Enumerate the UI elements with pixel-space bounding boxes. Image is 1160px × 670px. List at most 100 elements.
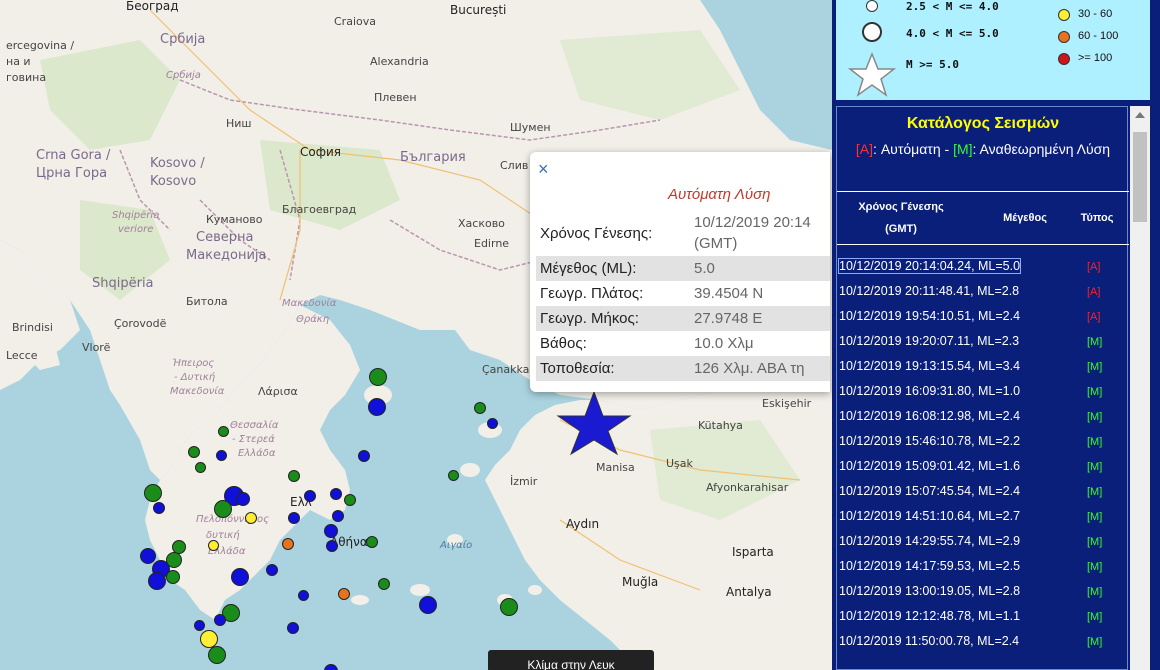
header-type: Τύπος [1080, 212, 1114, 224]
catalog-row-type: [M] [1087, 436, 1103, 448]
map-label-haskovo: Хасково [458, 217, 505, 230]
quake-marker[interactable] [324, 524, 338, 538]
quake-marker[interactable] [188, 446, 200, 458]
quake-marker[interactable] [282, 538, 294, 550]
catalog-row[interactable]: 10/12/2019 13:00:19.05, ML=2.8 [M] [839, 582, 1129, 607]
quake-marker[interactable] [172, 540, 186, 554]
quake-marker[interactable] [144, 484, 162, 502]
catalog-row[interactable]: 10/12/2019 15:46:10.78, ML=2.2 [M] [839, 432, 1129, 457]
catalog-row-text[interactable]: 10/12/2019 20:11:48.41, ML=2.8 [839, 284, 1019, 298]
quake-marker[interactable] [330, 488, 342, 500]
quake-marker[interactable] [236, 492, 250, 506]
catalog-scrollbar[interactable] [1130, 106, 1150, 670]
catalog-row-text[interactable]: 10/12/2019 19:13:15.54, ML=3.4 [839, 359, 1020, 373]
earthquake-catalog: Κατάλογος Σεισμών [A]: Αυτόματη - [M]: Α… [836, 106, 1129, 670]
map-label-beograd: Београд [126, 0, 179, 13]
catalog-row[interactable]: 10/12/2019 16:08:12.98, ML=2.4 [M] [839, 407, 1129, 432]
map-label-mugla: Muğla [622, 575, 659, 589]
quake-marker[interactable] [487, 418, 498, 429]
legend-depth-yellow-icon [1058, 9, 1070, 21]
catalog-row[interactable]: 10/12/2019 14:51:10.64, ML=2.7 [M] [839, 507, 1129, 532]
catalog-row[interactable]: 10/12/2019 19:20:07.11, ML=2.3 [M] [839, 332, 1129, 357]
catalog-row-text[interactable]: 10/12/2019 16:08:12.98, ML=2.4 [839, 409, 1020, 423]
quake-marker[interactable] [500, 598, 518, 616]
quake-marker[interactable] [153, 502, 165, 514]
popup-value: 27.9748 E [690, 306, 830, 331]
quake-marker[interactable] [332, 510, 344, 522]
catalog-row[interactable]: 10/12/2019 12:12:48.78, ML=1.1 [M] [839, 607, 1129, 632]
catalog-row-text[interactable]: 10/12/2019 20:14:04.24, ML=5.0 [837, 258, 1022, 274]
quake-marker[interactable] [148, 572, 166, 590]
quake-marker[interactable] [214, 614, 226, 626]
map-label-corovode: Çorovodë [114, 317, 167, 330]
quake-marker[interactable] [208, 646, 226, 664]
quake-marker[interactable] [366, 536, 378, 548]
catalog-row-type: [M] [1087, 486, 1103, 498]
catalog-row[interactable]: 10/12/2019 14:29:55.74, ML=2.9 [M] [839, 532, 1129, 557]
catalog-row-text[interactable]: 10/12/2019 19:20:07.11, ML=2.3 [839, 334, 1019, 348]
map-label-thessalia-1: Θεσσαλία [230, 420, 279, 431]
catalog-row[interactable]: 10/12/2019 11:50:00.78, ML=2.4 [M] [839, 632, 1129, 657]
seismic-map[interactable]: Београд București Craiova Србија ercegov… [0, 0, 832, 670]
popup-value: 10/12/2019 20:14 (GMT) [690, 210, 830, 256]
popup-value: 39.4504 N [694, 285, 764, 302]
quake-marker[interactable] [448, 470, 459, 481]
catalog-row-text[interactable]: 10/12/2019 14:17:59.53, ML=2.5 [839, 559, 1020, 573]
map-label-manisa: Manisa [596, 461, 635, 474]
quake-marker[interactable] [166, 570, 180, 584]
catalog-row[interactable]: 10/12/2019 16:09:31.80, ML=1.0 [M] [839, 382, 1129, 407]
catalog-row-text[interactable]: 10/12/2019 15:07:45.54, ML=2.4 [839, 484, 1020, 498]
quake-marker[interactable] [214, 500, 232, 518]
quake-marker[interactable] [194, 620, 205, 631]
catalog-row-text[interactable]: 10/12/2019 14:29:55.74, ML=2.9 [839, 534, 1020, 548]
map-label-lecce: Lecce [6, 349, 38, 362]
catalog-row[interactable]: 10/12/2019 19:54:10.51, ML=2.4 [A] [839, 307, 1129, 332]
scroll-thumb[interactable] [1133, 132, 1147, 222]
quake-marker[interactable] [195, 462, 206, 473]
catalog-row-text[interactable]: 10/12/2019 15:09:01.42, ML=1.6 [839, 459, 1020, 473]
quake-marker[interactable] [288, 512, 300, 524]
catalog-row[interactable]: 10/12/2019 19:13:15.54, ML=3.4 [M] [839, 357, 1129, 382]
quake-marker[interactable] [216, 450, 227, 461]
quake-marker[interactable] [266, 564, 278, 576]
quake-marker[interactable] [419, 596, 437, 614]
quake-marker[interactable] [166, 552, 182, 568]
quake-marker[interactable] [288, 470, 300, 482]
catalog-row-text[interactable]: 10/12/2019 13:00:19.05, ML=2.8 [839, 584, 1020, 598]
catalog-row[interactable]: 10/12/2019 20:14:04.24, ML=5.0 [A] [837, 257, 1129, 282]
catalog-row-text[interactable]: 10/12/2019 19:54:10.51, ML=2.4 [839, 309, 1020, 323]
catalog-row-text[interactable]: 10/12/2019 12:12:48.78, ML=1.1 [839, 609, 1020, 623]
popup-close-icon[interactable]: × [538, 160, 549, 178]
catalog-row[interactable]: 10/12/2019 15:09:01.42, ML=1.6 [M] [839, 457, 1129, 482]
quake-marker[interactable] [344, 494, 356, 506]
quake-marker[interactable] [369, 368, 387, 386]
catalog-row[interactable]: 10/12/2019 14:17:59.53, ML=2.5 [M] [839, 557, 1129, 582]
quake-marker[interactable] [368, 398, 386, 416]
quake-marker[interactable] [304, 490, 316, 502]
main-event-star-icon[interactable] [556, 390, 632, 456]
quake-marker[interactable] [358, 450, 370, 462]
catalog-row-text[interactable]: 10/12/2019 16:09:31.80, ML=1.0 [839, 384, 1020, 398]
catalog-row-text[interactable]: 10/12/2019 15:46:10.78, ML=2.2 [839, 434, 1020, 448]
quake-marker[interactable] [378, 578, 390, 590]
catalog-row[interactable]: 10/12/2019 20:11:48.41, ML=2.8 [A] [839, 282, 1129, 307]
quake-marker[interactable] [208, 540, 219, 551]
quake-marker[interactable] [287, 622, 299, 634]
quake-marker[interactable] [218, 426, 229, 437]
catalog-row[interactable]: 10/12/2019 15:07:45.54, ML=2.4 [M] [839, 482, 1129, 507]
map-label-ipeiros-1: Ήπειρος [172, 358, 215, 369]
map-label-kutahya: Kütahya [698, 419, 743, 432]
quake-marker[interactable] [298, 590, 309, 601]
catalog-row-text[interactable]: 10/12/2019 11:50:00.78, ML=2.4 [839, 634, 1019, 648]
catalog-subtitle: [A]: Αυτόματη - [M]: Αναθεωρημένη Λύση [837, 141, 1129, 157]
quake-marker[interactable] [231, 568, 249, 586]
quake-marker[interactable] [326, 540, 338, 552]
popup-key: Γεωγρ. Πλάτος: [540, 285, 644, 302]
quake-marker[interactable] [338, 588, 350, 600]
quake-marker[interactable] [140, 548, 156, 564]
quake-marker[interactable] [474, 402, 486, 414]
map-label-crna-gora-1: Crna Gora / [36, 148, 111, 163]
quake-marker[interactable] [245, 512, 257, 524]
catalog-row-text[interactable]: 10/12/2019 14:51:10.64, ML=2.7 [839, 509, 1020, 523]
scroll-up-icon[interactable] [1135, 112, 1145, 118]
